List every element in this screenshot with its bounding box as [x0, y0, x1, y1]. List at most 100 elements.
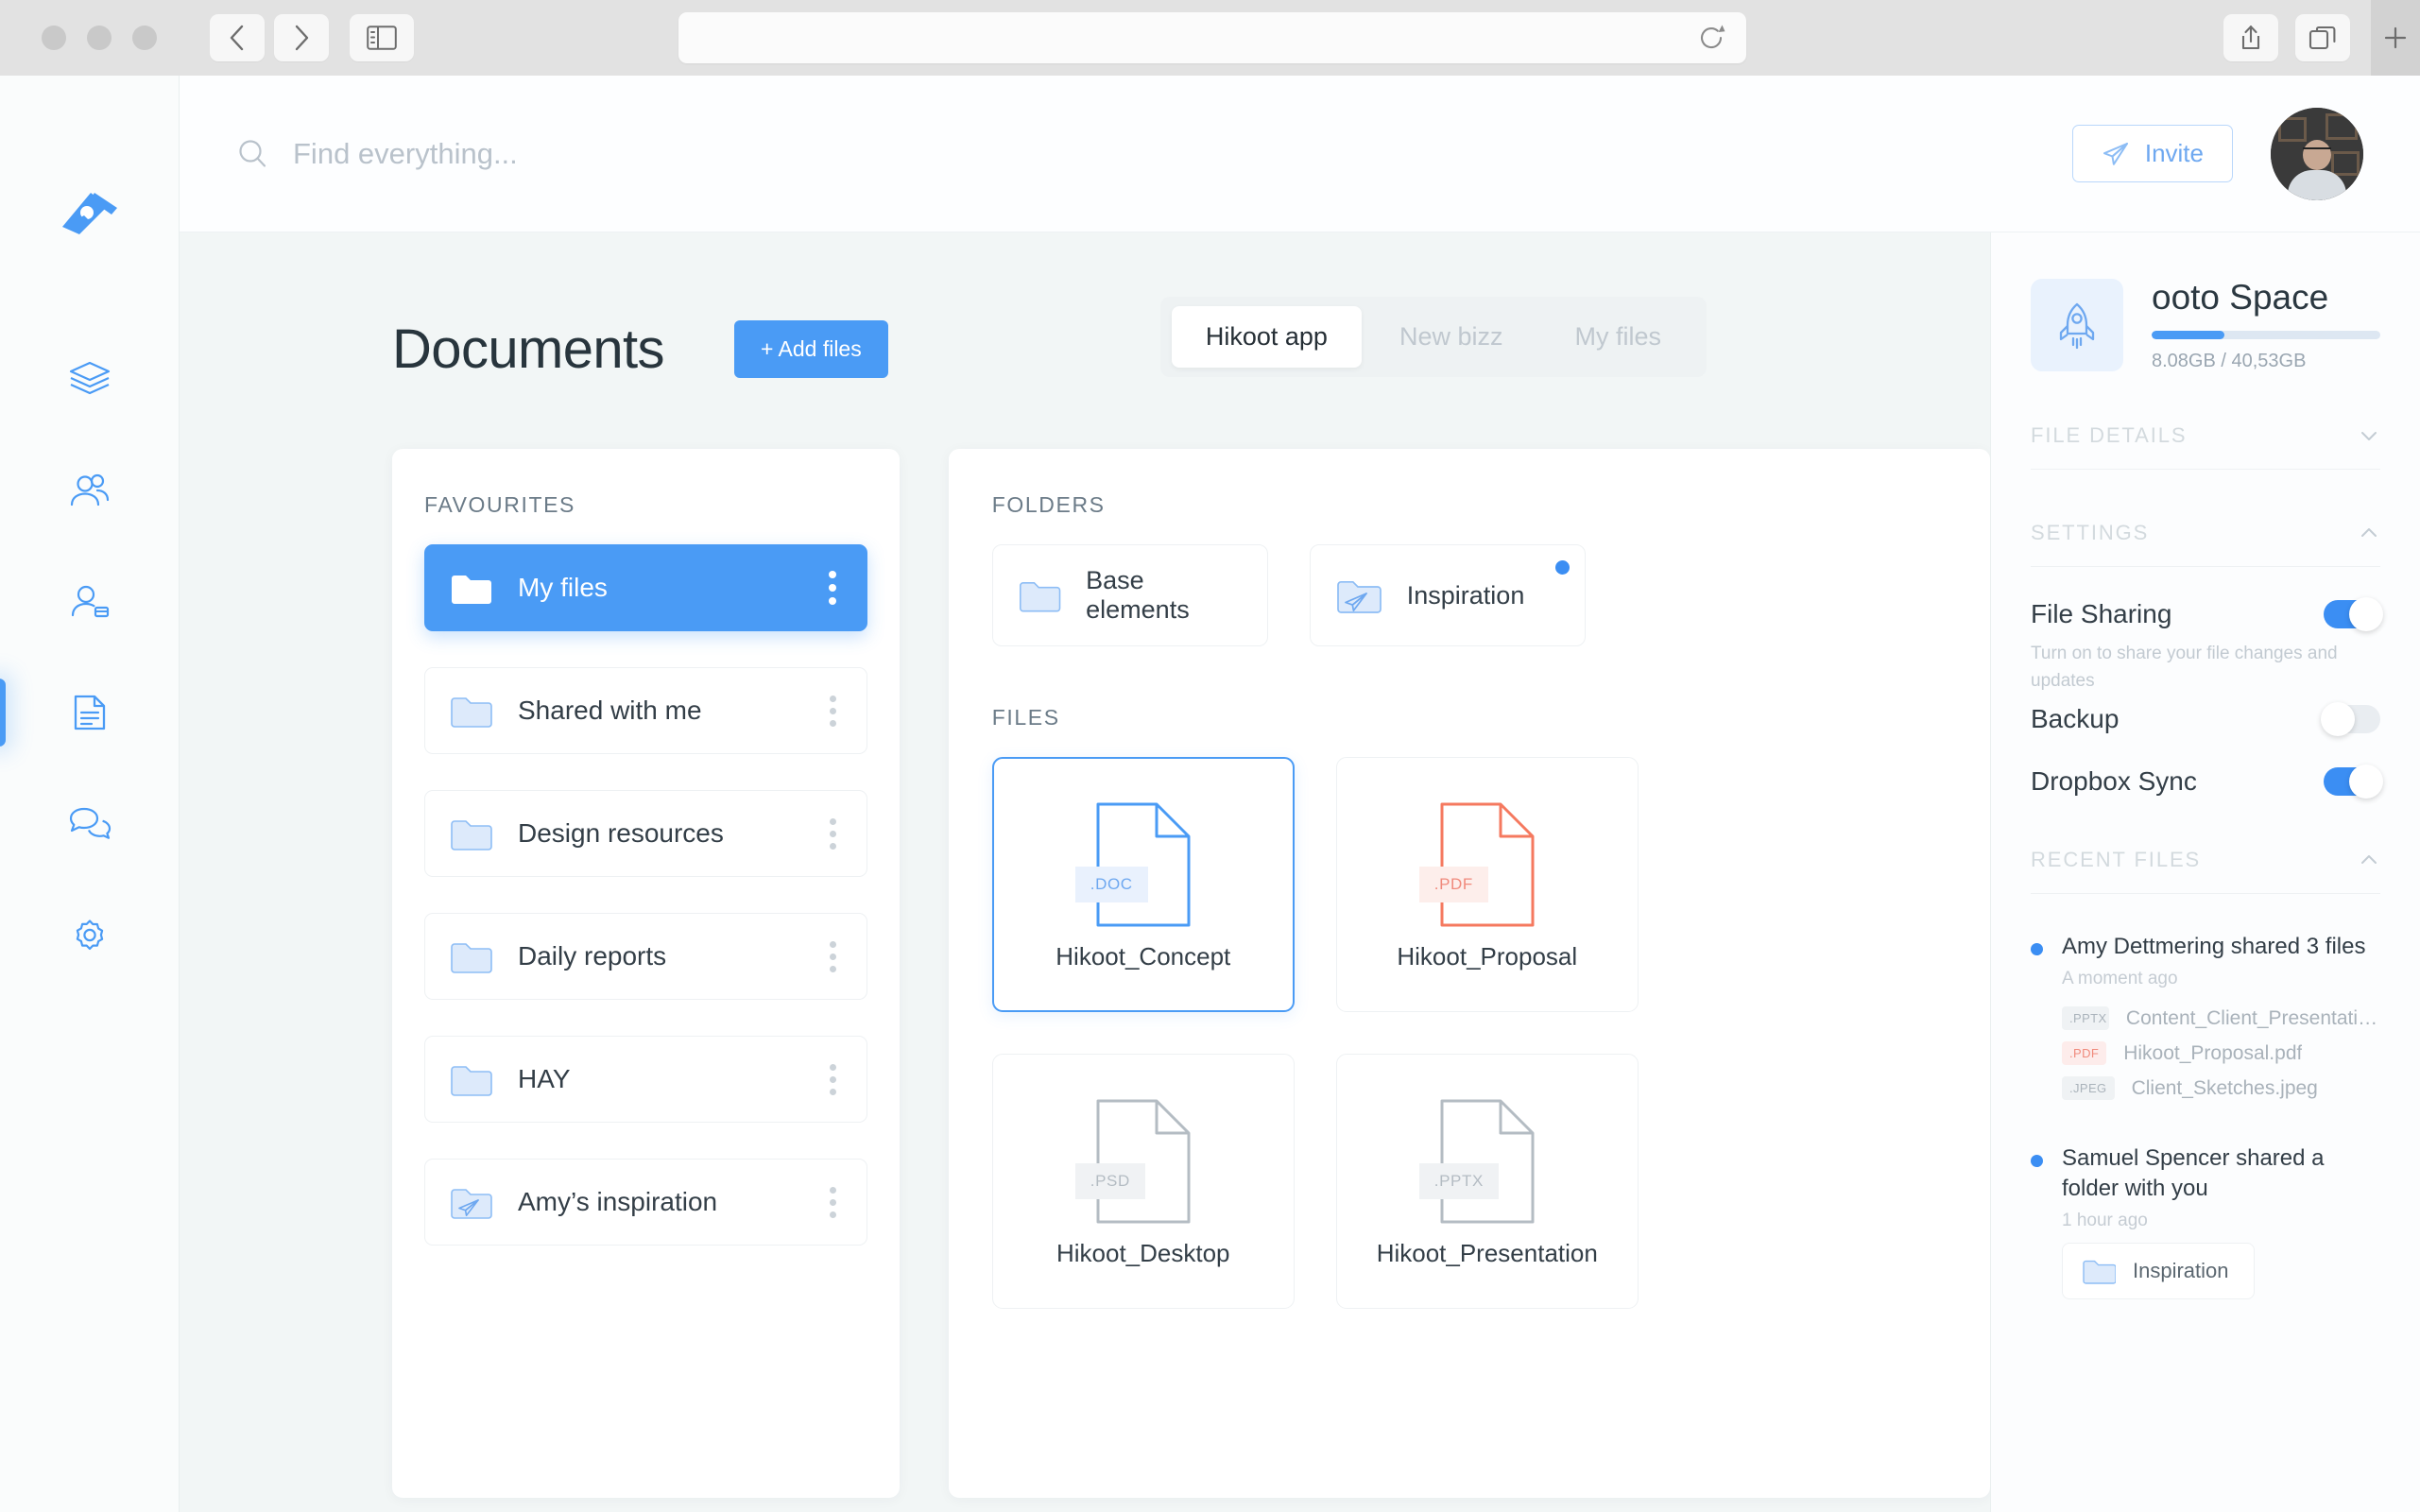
- activity-folder-chip[interactable]: Inspiration: [2062, 1243, 2255, 1299]
- avatar[interactable]: [2271, 108, 2363, 200]
- favourite-item-design-resources[interactable]: Design resources: [424, 790, 867, 877]
- section-title: RECENT FILES: [2031, 848, 2201, 872]
- space-name: ooto Space: [2152, 278, 2380, 318]
- folder-icon: [450, 693, 493, 729]
- favourite-item-amys-inspiration[interactable]: Amy’s inspiration: [424, 1159, 867, 1246]
- space-avatar: [2031, 279, 2123, 371]
- storage-bar-fill: [2152, 331, 2224, 339]
- backup-toggle[interactable]: [2324, 705, 2380, 733]
- kebab-menu-icon[interactable]: [820, 934, 846, 980]
- doc-file-icon: .DOC: [1092, 799, 1194, 931]
- chat-icon: [68, 805, 112, 843]
- sidebar-toggle-button[interactable]: [350, 14, 414, 61]
- setting-label: File Sharing: [2031, 599, 2171, 629]
- activity-item[interactable]: Amy Dettmering shared 3 files A moment a…: [2031, 932, 2380, 1111]
- invite-button[interactable]: Invite: [2072, 125, 2233, 182]
- maximize-window-button[interactable]: [132, 26, 157, 50]
- favourite-item-hay[interactable]: HAY: [424, 1036, 867, 1123]
- activity-list: Amy Dettmering shared 3 files A moment a…: [2031, 932, 2380, 1299]
- file-extension-chip: .PPTX: [1419, 1163, 1499, 1199]
- new-tab-button[interactable]: [2371, 0, 2420, 76]
- space-meta: ooto Space 8.08GB / 40,53GB: [2152, 278, 2380, 372]
- activity-file[interactable]: .PDF Hikoot_Proposal.pdf: [2062, 1041, 2380, 1065]
- tab-overview-button[interactable]: [2295, 14, 2350, 61]
- activity-title: Amy Dettmering shared 3 files: [2062, 932, 2380, 962]
- file-tile-hikoot-presentation[interactable]: .PPTX Hikoot_Presentation: [1336, 1054, 1639, 1309]
- favourite-item-daily-reports[interactable]: Daily reports: [424, 913, 867, 1000]
- search-input[interactable]: [293, 137, 860, 171]
- file-tile-hikoot-concept[interactable]: .DOC Hikoot_Concept: [992, 757, 1295, 1012]
- chevron-up-icon[interactable]: [2358, 849, 2380, 871]
- section-file-details[interactable]: FILE DETAILS: [2031, 423, 2380, 470]
- activity-title: Samuel Spencer shared a folder with you: [2062, 1143, 2380, 1204]
- sidebar-item-layers[interactable]: [63, 352, 116, 404]
- minimize-window-button[interactable]: [87, 26, 112, 50]
- space-header: ooto Space 8.08GB / 40,53GB: [2031, 278, 2380, 372]
- tab-new-bizz[interactable]: New bizz: [1365, 306, 1537, 368]
- content-area: Documents + Add files Hikoot app New biz…: [180, 232, 2420, 1512]
- files-section-label: FILES: [992, 705, 1947, 730]
- section-recent-files[interactable]: RECENT FILES: [2031, 848, 2380, 894]
- activity-file[interactable]: .PPTX Content_Client_Presentation.pptx: [2062, 1006, 2380, 1030]
- file-sharing-toggle[interactable]: [2324, 600, 2380, 628]
- favourite-item-label: My files: [518, 573, 795, 603]
- sidebar-item-settings[interactable]: [63, 909, 116, 962]
- activity-body: Amy Dettmering shared 3 files A moment a…: [2062, 932, 2380, 1111]
- search-bar[interactable]: [236, 137, 2072, 171]
- folder-icon: [2082, 1257, 2116, 1285]
- activity-file-list: .PPTX Content_Client_Presentation.pptx .…: [2062, 1006, 2380, 1100]
- kebab-menu-icon[interactable]: [820, 811, 846, 857]
- avatar-frame-decor: [2331, 151, 2360, 176]
- kebab-menu-icon[interactable]: [820, 688, 846, 734]
- back-button[interactable]: [210, 14, 265, 61]
- favourite-item-my-files[interactable]: My files: [424, 544, 867, 631]
- chevron-right-icon: [291, 23, 312, 53]
- sidebar-item-chat[interactable]: [63, 798, 116, 850]
- chevron-up-icon[interactable]: [2358, 522, 2380, 544]
- share-icon: [2238, 23, 2264, 53]
- file-sheet-icon: [1436, 799, 1538, 931]
- app-logo[interactable]: [56, 181, 124, 249]
- activity-folder-label: Inspiration: [2133, 1259, 2229, 1283]
- reload-icon[interactable]: [1697, 24, 1725, 52]
- file-tile-hikoot-desktop[interactable]: .PSD Hikoot_Desktop: [992, 1054, 1295, 1309]
- document-icon: [69, 692, 111, 733]
- close-window-button[interactable]: [42, 26, 66, 50]
- folder-icon: [450, 1061, 493, 1097]
- kebab-menu-icon[interactable]: [819, 563, 846, 612]
- storage-bar: [2152, 331, 2380, 339]
- tab-overview-icon: [2308, 25, 2337, 51]
- tab-hikoot-app[interactable]: Hikoot app: [1172, 306, 1362, 368]
- setting-label: Backup: [2031, 704, 2119, 734]
- folder-tile-inspiration[interactable]: Inspiration: [1310, 544, 1586, 646]
- kebab-menu-icon[interactable]: [820, 1057, 846, 1103]
- storage-text: 8.08GB / 40,53GB: [2152, 351, 2380, 372]
- add-files-button[interactable]: + Add files: [734, 320, 888, 378]
- rail-active-indicator: [0, 679, 6, 747]
- favourite-item-shared-with-me[interactable]: Shared with me: [424, 667, 867, 754]
- share-button[interactable]: [2223, 14, 2278, 61]
- sidebar-item-contacts[interactable]: [63, 575, 116, 627]
- chevron-down-icon[interactable]: [2358, 424, 2380, 447]
- tab-my-files[interactable]: My files: [1540, 306, 1695, 368]
- sidebar-item-documents[interactable]: [63, 686, 116, 739]
- url-bar[interactable]: [678, 12, 1746, 63]
- activity-file[interactable]: .JPEG Client_Sketches.jpeg: [2062, 1076, 2380, 1100]
- shared-folder-icon: [450, 1184, 493, 1220]
- main-column: Invite Documents + Add files: [180, 76, 2420, 1512]
- dropbox-sync-toggle[interactable]: [2324, 767, 2380, 796]
- layers-icon: [68, 359, 112, 397]
- team-icon: [68, 471, 112, 508]
- file-extension-chip: .JPEG: [2062, 1076, 2115, 1100]
- folder-tile-base-elements[interactable]: Base elements: [992, 544, 1268, 646]
- sidebar-item-team[interactable]: [63, 463, 116, 516]
- forward-button[interactable]: [274, 14, 329, 61]
- plus-icon: [2381, 24, 2410, 52]
- activity-unread-dot: [2031, 1155, 2043, 1167]
- section-settings[interactable]: SETTINGS: [2031, 521, 2380, 567]
- activity-item[interactable]: Samuel Spencer shared a folder with you …: [2031, 1143, 2380, 1299]
- kebab-menu-icon[interactable]: [820, 1179, 846, 1226]
- view-tabs: Hikoot app New bizz My files: [1160, 297, 1707, 377]
- file-tile-hikoot-proposal[interactable]: .PDF Hikoot_Proposal: [1336, 757, 1639, 1012]
- topbar-right: Invite: [2072, 108, 2363, 200]
